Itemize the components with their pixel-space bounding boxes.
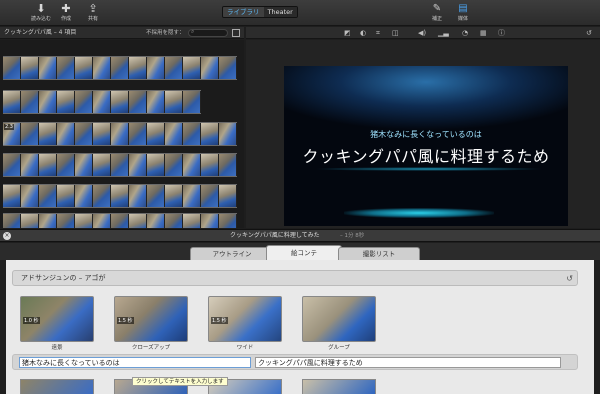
storyboard-tabs: アウトライン 絵コンテ 撮影リスト xyxy=(0,243,600,261)
speed-icon[interactable]: ◔ xyxy=(462,28,468,38)
storyboard-shot[interactable]: 1.5 秒 xyxy=(114,296,188,342)
project-bar: × クッキングパパ風に料理してみた – 1分 8秒 xyxy=(0,229,600,242)
reset-icon[interactable]: ↺ xyxy=(586,28,592,38)
create-button[interactable]: ✚ 作成 xyxy=(53,2,79,23)
act-header[interactable]: アドサンジュンの – アゴが ↺ xyxy=(12,270,578,286)
crop-icon[interactable]: ⌗ xyxy=(376,28,380,38)
tab-library[interactable]: ライブラリ xyxy=(223,7,264,17)
title-text-field-1[interactable]: 猪木なみに長くなっているのは xyxy=(19,357,251,368)
library-search-field[interactable]: ⌕ xyxy=(188,28,228,37)
tab-shot-list[interactable]: 撮影リスト xyxy=(338,247,420,261)
volume-icon[interactable]: ◀) xyxy=(418,28,426,38)
tab-outline[interactable]: アウトライン xyxy=(190,247,274,261)
act-title: アドサンジュンの – アゴが xyxy=(21,274,106,282)
media-icon: ▤ xyxy=(458,3,468,14)
video-preview[interactable]: 猪木なみに長くなっているのは クッキングパパ風に料理するため xyxy=(284,66,568,226)
project-title: クッキングパパ風に料理してみた xyxy=(230,232,320,239)
color-correction-icon[interactable]: ◐ xyxy=(360,28,366,38)
tab-theater[interactable]: Theater xyxy=(263,7,297,17)
filter-icon[interactable]: ▦ xyxy=(480,28,487,38)
share-button[interactable]: ⇪ 共有 xyxy=(80,2,106,23)
shot-timecode: 1.0 秒 xyxy=(23,317,40,324)
clip-row[interactable]: 2.3 xyxy=(3,122,237,146)
media-button[interactable]: ▤ 媒体 xyxy=(452,3,474,22)
storyboard-shot[interactable] xyxy=(20,379,94,394)
view-switcher: ライブラリ Theater xyxy=(222,6,298,18)
grid-view-icon[interactable] xyxy=(232,29,240,37)
storyboard-shot[interactable]: 1.5 秒 xyxy=(208,296,282,342)
tab-storyboard[interactable]: 絵コンテ xyxy=(266,245,342,261)
share-label: 共有 xyxy=(87,16,98,22)
title-text-field-2[interactable]: クッキングパパ風に料理するため xyxy=(255,357,561,368)
storyboard-panel: アドサンジュンの – アゴが ↺ 1.0 秒 遠景 1.5 秒 クローズアップ … xyxy=(6,260,594,394)
clip-row[interactable] xyxy=(3,56,237,80)
library-browser: 2.3 xyxy=(0,40,244,228)
toolbar: ⬇ 読み込む ✚ 作成 ⇪ 共有 ライブラリ Theater ✎ 補正 ▤ 媒体 xyxy=(0,0,600,26)
storyboard-shot[interactable]: 1.0 秒 xyxy=(20,296,94,342)
color-balance-icon[interactable]: ◩ xyxy=(344,28,351,38)
media-label: 媒体 xyxy=(457,16,468,22)
plus-icon: ✚ xyxy=(61,2,71,15)
download-icon: ⬇ xyxy=(36,2,46,15)
clip-timecode: 2.3 xyxy=(4,124,14,130)
viewer-toolbar: ◩ ◐ ⌗ ◫ ◀) ▁▃ ◔ ▦ ⓘ ↺ xyxy=(246,27,600,39)
clip-row[interactable] xyxy=(3,90,201,114)
reset-icon[interactable]: ↺ xyxy=(566,271,573,286)
shot-timecode: 1.5 秒 xyxy=(117,317,134,324)
noise-reduction-icon[interactable]: ▁▃ xyxy=(438,28,449,38)
shot-label: 遠景 xyxy=(51,345,63,351)
stabilize-icon[interactable]: ◫ xyxy=(392,28,399,38)
info-icon[interactable]: ⓘ xyxy=(498,28,505,38)
close-icon[interactable]: × xyxy=(3,232,11,240)
wand-icon: ✎ xyxy=(432,3,442,14)
create-label: 作成 xyxy=(60,16,71,22)
title-text-row: 猪木なみに長くなっているのは クッキングパパ風に料理するため xyxy=(12,354,578,370)
shot-label: ワイド xyxy=(236,345,254,351)
subtitle-small: 猪木なみに長くなっているのは xyxy=(370,130,482,139)
adjust-button[interactable]: ✎ 補正 xyxy=(426,3,448,22)
clip-row[interactable] xyxy=(3,184,237,208)
storyboard-shot[interactable] xyxy=(302,379,376,394)
hide-rejected-menu[interactable]: 不採用を隠す： xyxy=(146,28,185,38)
import-button[interactable]: ⬇ 読み込む xyxy=(28,2,54,23)
clip-row[interactable] xyxy=(3,153,237,177)
shot-label: クローズアップ xyxy=(131,345,171,351)
share-icon: ⇪ xyxy=(88,2,98,15)
adjust-label: 補正 xyxy=(431,16,442,22)
tooltip: クリックしてテキストを入力します xyxy=(132,377,228,386)
search-icon: ⌕ xyxy=(191,28,195,35)
library-header: クッキングパパ風 – 4 項目 不採用を隠す： ⌕ xyxy=(0,27,244,39)
project-duration: – 1分 8秒 xyxy=(340,233,365,239)
storyboard-shot[interactable] xyxy=(302,296,376,342)
import-label: 読み込む xyxy=(30,16,51,22)
shot-label: グループ xyxy=(328,345,350,351)
shot-timecode: 1.5 秒 xyxy=(211,317,228,324)
subtitle-large: クッキングパパ風に料理するため xyxy=(302,147,550,166)
clip-row[interactable] xyxy=(3,213,237,228)
library-title: クッキングパパ風 – 4 項目 xyxy=(4,29,77,36)
